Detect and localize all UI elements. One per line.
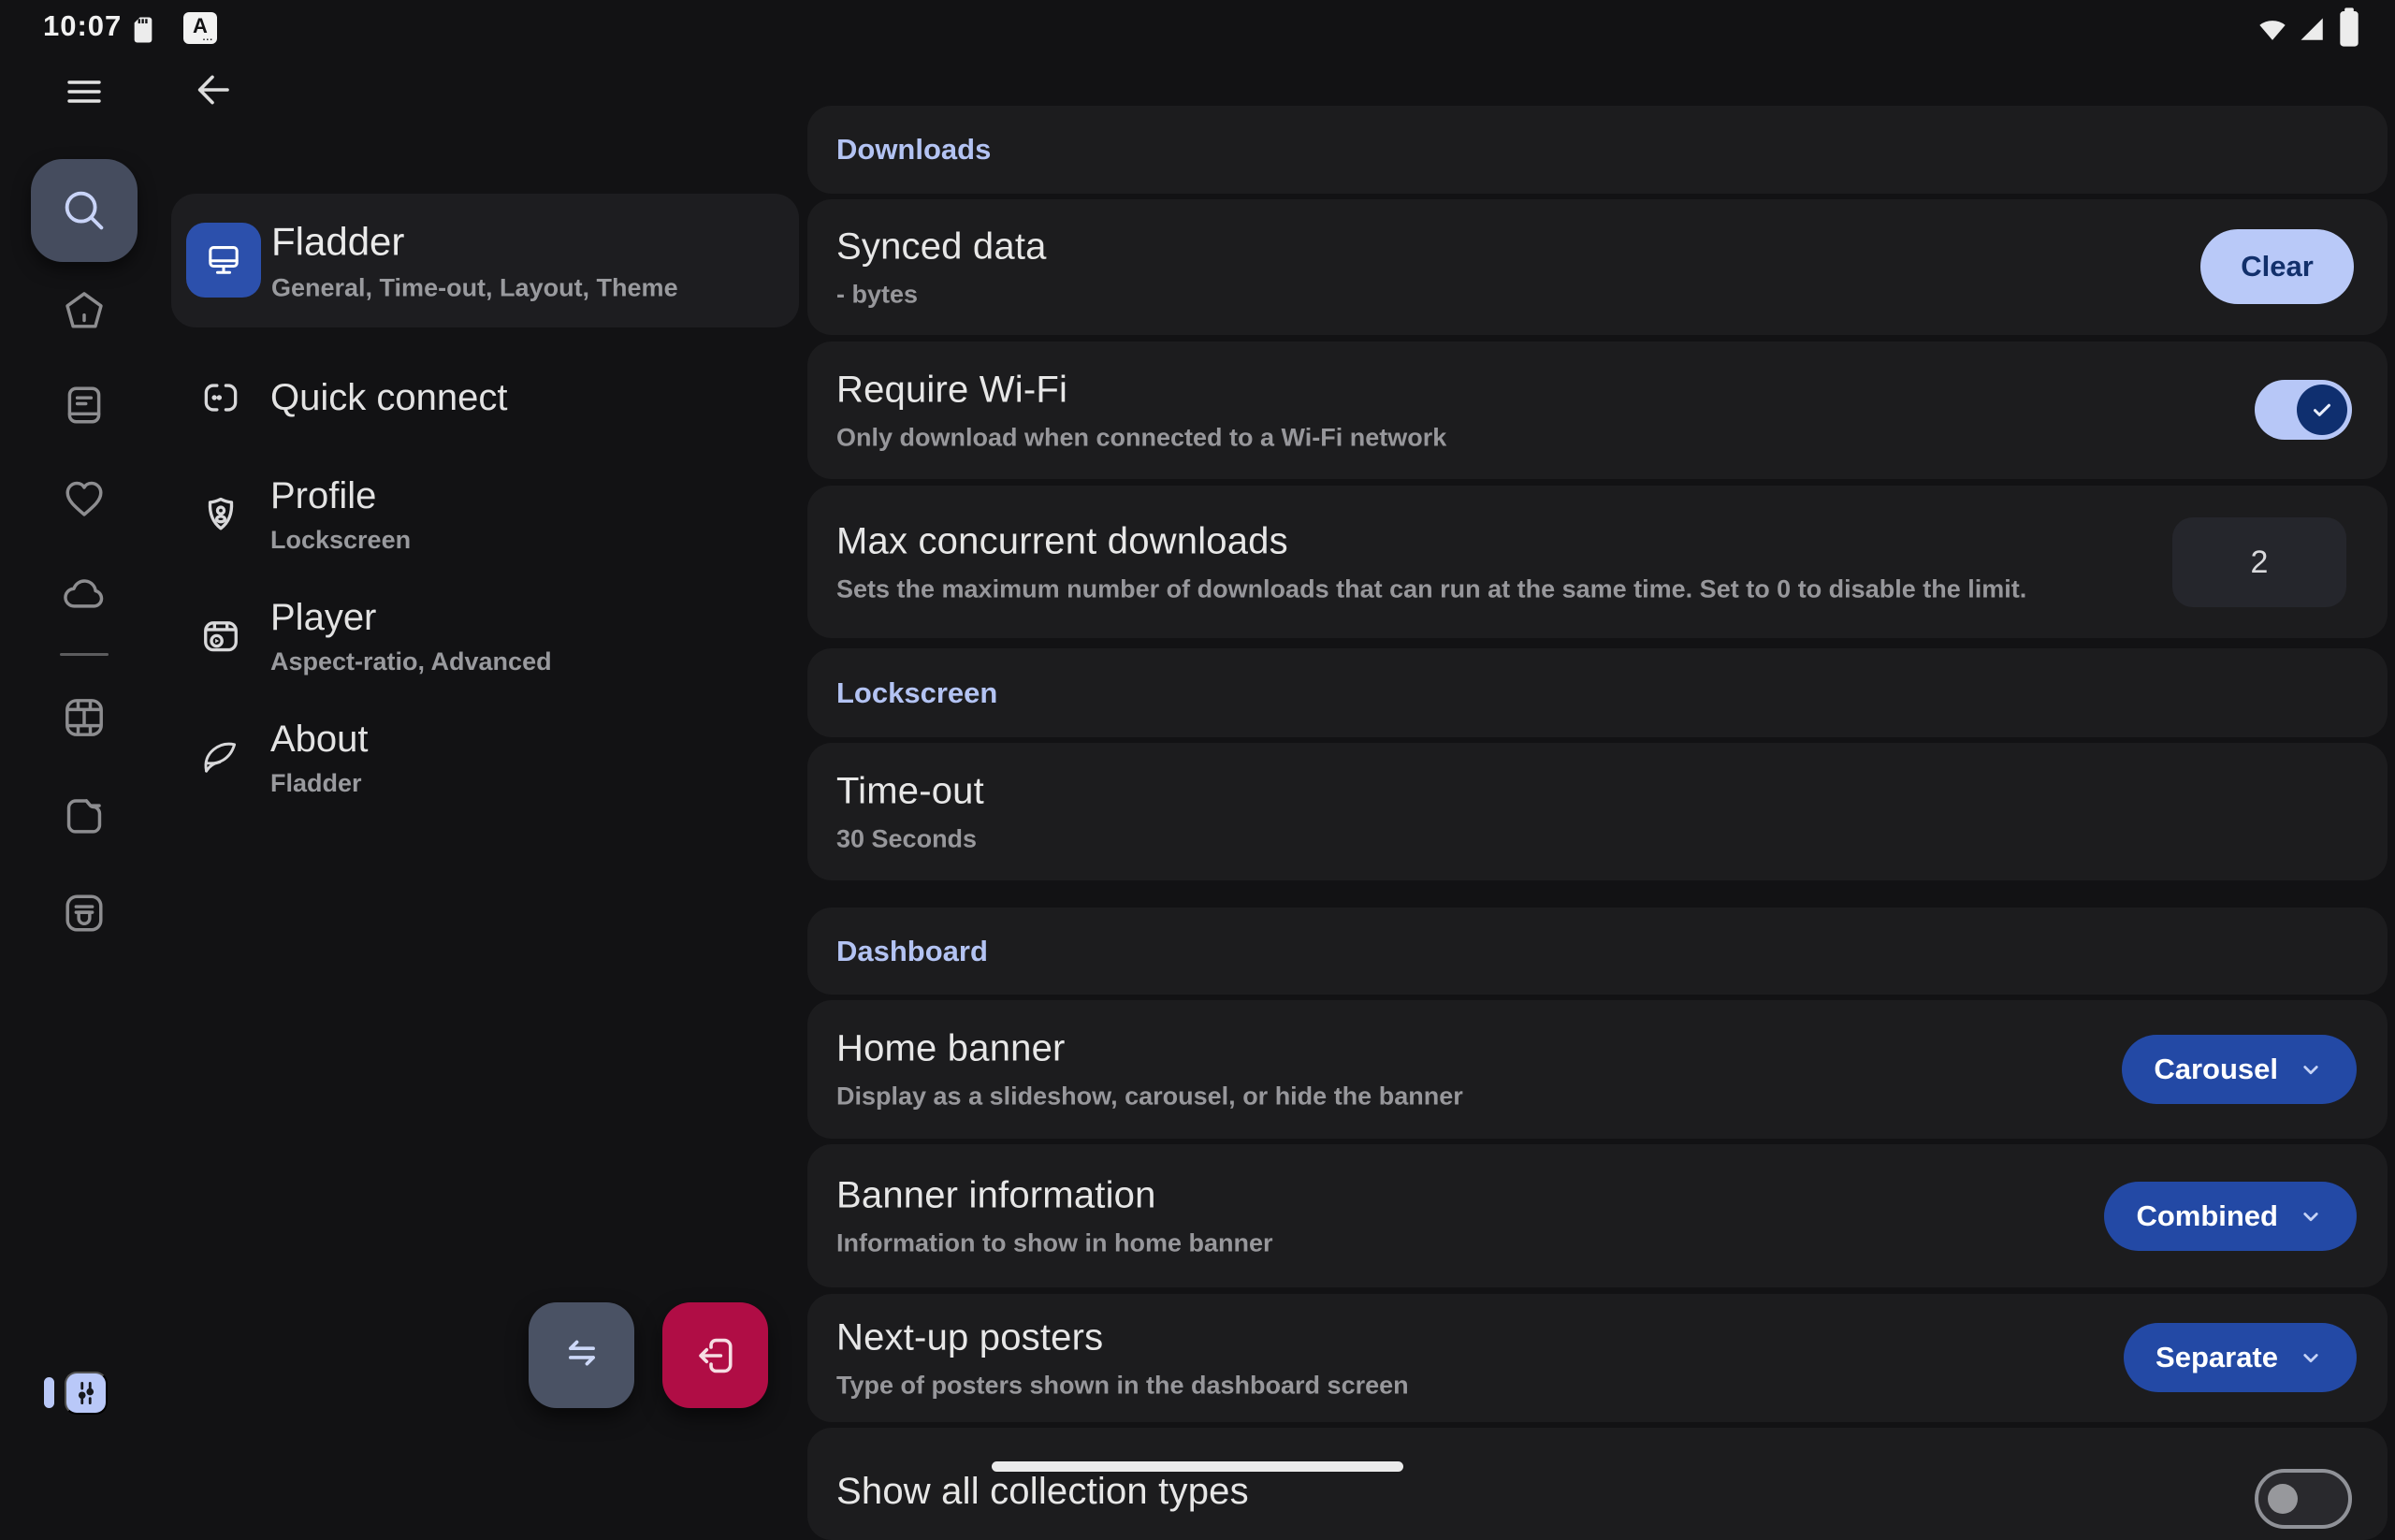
heart-icon bbox=[60, 474, 109, 523]
max-downloads-value: 2 bbox=[2251, 545, 2269, 581]
fladder-settings-screen: { "status_bar": { "time": "10:07", "a_ba… bbox=[0, 0, 2395, 1497]
settings-tune-button[interactable] bbox=[65, 1372, 108, 1415]
row-synced-data: Synced data - bytes Clear bbox=[807, 199, 2388, 335]
chevron-down-icon bbox=[2297, 1344, 2325, 1372]
rail-item-movies[interactable] bbox=[60, 693, 109, 742]
logout-icon bbox=[690, 1330, 741, 1381]
quick-connect-icon bbox=[171, 374, 270, 421]
sdcard-icon bbox=[125, 11, 161, 53]
film-icon bbox=[60, 693, 109, 742]
section-header-label: Lockscreen bbox=[836, 676, 997, 710]
fladder-monitor-icon bbox=[186, 223, 261, 298]
tune-icon bbox=[70, 1377, 102, 1409]
nav-item-subtitle: General, Time-out, Layout, Theme bbox=[271, 273, 678, 302]
rail-item-libraries[interactable] bbox=[60, 889, 109, 937]
next-up-posters-dropdown[interactable]: Separate bbox=[2124, 1323, 2357, 1392]
row-title: Time-out bbox=[836, 770, 984, 812]
dropdown-value: Combined bbox=[2136, 1199, 2278, 1233]
row-subtitle: Type of posters shown in the dashboard s… bbox=[836, 1371, 1409, 1400]
banner-information-dropdown[interactable]: Combined bbox=[2104, 1182, 2357, 1251]
show-all-collection-types-toggle-off[interactable] bbox=[2255, 1469, 2352, 1529]
rail-item-folders[interactable] bbox=[60, 792, 109, 840]
scroll-drag-indicator[interactable] bbox=[992, 1461, 1403, 1472]
cellular-signal-icon bbox=[2294, 11, 2328, 50]
dropdown-value: Carousel bbox=[2154, 1053, 2278, 1086]
section-header-lockscreen: Lockscreen bbox=[807, 648, 2388, 737]
row-title: Home banner bbox=[836, 1028, 1463, 1070]
rail-item-media-list[interactable] bbox=[60, 381, 109, 429]
nav-item-title: Profile bbox=[270, 475, 411, 517]
row-title: Show all collection types bbox=[836, 1471, 1249, 1513]
section-header-label: Dashboard bbox=[836, 935, 988, 968]
nav-item-fladder[interactable]: Fladder General, Time-out, Layout, Theme bbox=[171, 194, 799, 327]
nav-item-title: About bbox=[270, 719, 369, 761]
row-title: Synced data bbox=[836, 225, 1047, 268]
row-title: Max concurrent downloads bbox=[836, 520, 2026, 562]
switch-server-button[interactable] bbox=[529, 1302, 634, 1408]
nav-item-subtitle: Aspect-ratio, Advanced bbox=[270, 647, 552, 676]
menu-icon[interactable] bbox=[58, 69, 110, 114]
row-title: Next-up posters bbox=[836, 1316, 1409, 1358]
battery-icon bbox=[2335, 6, 2363, 53]
nav-item-quick-connect[interactable]: Quick connect bbox=[171, 343, 799, 452]
nav-item-profile[interactable]: Profile Lockscreen bbox=[171, 460, 799, 569]
cloud-icon bbox=[60, 569, 109, 617]
row-subtitle: Information to show in home banner bbox=[836, 1228, 1273, 1257]
rail-active-indicator bbox=[44, 1377, 54, 1408]
player-icon bbox=[171, 613, 270, 660]
check-icon bbox=[2308, 396, 2336, 424]
row-title: Require Wi-Fi bbox=[836, 369, 1446, 411]
row-banner-information: Banner information Information to show i… bbox=[807, 1144, 2388, 1287]
folder-icon bbox=[60, 792, 109, 840]
nav-item-subtitle: Lockscreen bbox=[270, 526, 411, 555]
rail-item-sync[interactable] bbox=[60, 569, 109, 617]
library-icon bbox=[60, 889, 109, 937]
row-show-all-collection-types[interactable]: Show all collection types bbox=[807, 1428, 2388, 1540]
rail-item-home[interactable] bbox=[60, 287, 109, 336]
section-header-dashboard: Dashboard bbox=[807, 908, 2388, 995]
swap-arrows-icon bbox=[558, 1331, 606, 1380]
chevron-down-icon bbox=[2297, 1055, 2325, 1083]
profile-shield-icon bbox=[171, 491, 270, 538]
section-header-downloads: Downloads bbox=[807, 106, 2388, 194]
row-home-banner: Home banner Display as a slideshow, caro… bbox=[807, 1000, 2388, 1139]
back-button[interactable] bbox=[191, 67, 236, 112]
row-subtitle: 30 Seconds bbox=[836, 824, 984, 853]
wifi-icon bbox=[2255, 11, 2290, 50]
row-title: Banner information bbox=[836, 1174, 1273, 1216]
nav-item-about[interactable]: About Fladder bbox=[171, 704, 799, 812]
require-wifi-toggle-on[interactable] bbox=[2255, 380, 2352, 440]
media-list-icon bbox=[60, 381, 109, 429]
max-downloads-input[interactable]: 2 bbox=[2172, 517, 2346, 607]
search-icon bbox=[57, 183, 111, 238]
home-banner-dropdown[interactable]: Carousel bbox=[2122, 1035, 2357, 1104]
rail-item-favorites[interactable] bbox=[60, 474, 109, 523]
nav-item-title: Player bbox=[270, 597, 552, 639]
keyboard-a-icon: A... bbox=[183, 12, 217, 44]
section-header-label: Downloads bbox=[836, 133, 991, 167]
chevron-down-icon bbox=[2297, 1202, 2325, 1230]
dropdown-value: Separate bbox=[2156, 1341, 2278, 1374]
clear-button[interactable]: Clear bbox=[2200, 229, 2354, 304]
nav-item-title: Fladder bbox=[271, 219, 678, 264]
nav-item-title: Quick connect bbox=[270, 377, 507, 419]
logout-button[interactable] bbox=[662, 1302, 768, 1408]
home-icon bbox=[60, 287, 109, 336]
arrow-left-icon bbox=[191, 67, 236, 112]
row-subtitle: Display as a slideshow, carousel, or hid… bbox=[836, 1082, 1463, 1111]
row-max-concurrent-downloads: Max concurrent downloads Sets the maximu… bbox=[807, 486, 2388, 638]
row-timeout[interactable]: Time-out 30 Seconds bbox=[807, 743, 2388, 880]
row-subtitle: Only download when connected to a Wi-Fi … bbox=[836, 423, 1446, 452]
nav-item-subtitle: Fladder bbox=[270, 769, 369, 798]
rail-item-search[interactable] bbox=[31, 159, 138, 262]
row-require-wifi[interactable]: Require Wi-Fi Only download when connect… bbox=[807, 341, 2388, 479]
fladder-logo-icon bbox=[171, 734, 270, 781]
nav-item-player[interactable]: Player Aspect-ratio, Advanced bbox=[171, 582, 799, 690]
rail-divider bbox=[60, 653, 109, 656]
status-time: 10:07 bbox=[43, 9, 122, 43]
row-subtitle: - bytes bbox=[836, 280, 1047, 309]
row-subtitle: Sets the maximum number of downloads tha… bbox=[836, 574, 2026, 603]
row-next-up-posters: Next-up posters Type of posters shown in… bbox=[807, 1294, 2388, 1422]
